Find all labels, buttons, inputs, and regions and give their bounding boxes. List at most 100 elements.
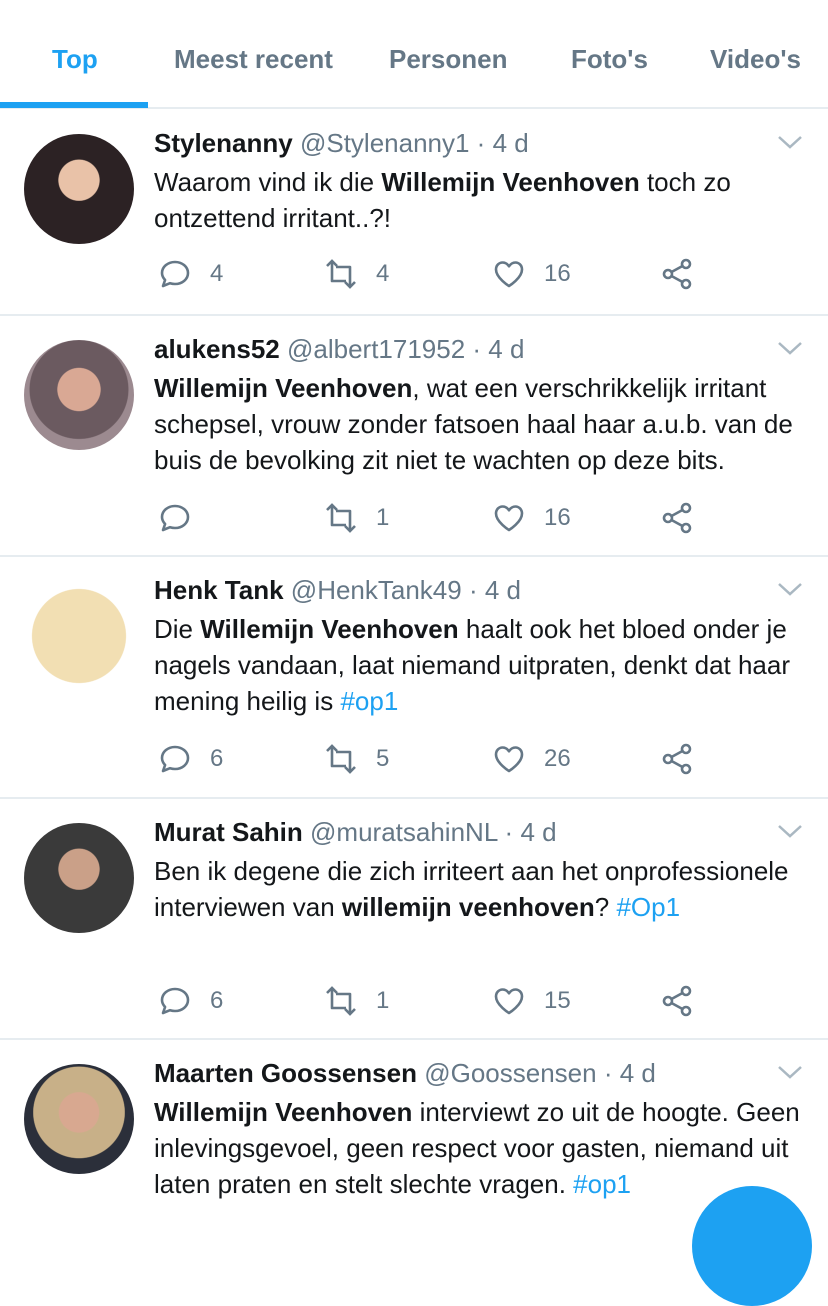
retweet-count: 1 <box>376 987 390 1014</box>
tweet-time[interactable]: 4 d <box>620 1058 656 1088</box>
highlight-term: willemijn veenhoven <box>341 892 595 922</box>
tweet-time[interactable]: 4 d <box>520 817 556 847</box>
author-name[interactable]: Henk Tank <box>154 575 284 605</box>
text-segment: Waarom vind ik die <box>154 167 382 197</box>
tweet[interactable]: Henk Tank @HenkTank49 · 4 d Die Willemij… <box>0 557 828 799</box>
like-count: 16 <box>544 260 571 287</box>
tweet[interactable]: Murat Sahin @muratsahinNL · 4 d Ben ik d… <box>0 799 828 1040</box>
avatar[interactable] <box>24 134 134 244</box>
tab-top[interactable]: Top <box>52 44 98 75</box>
tweet[interactable]: alukens52 @albert171952 · 4 d Willemijn … <box>0 316 828 557</box>
tweet-text: Ben ik degene die zich irriteert aan het… <box>154 853 814 925</box>
tweet-header: Henk Tank @HenkTank49 · 4 d <box>154 575 521 606</box>
chevron-down-icon[interactable] <box>776 338 804 358</box>
share-icon <box>662 502 692 534</box>
retweet-button[interactable]: 1 <box>324 981 389 1021</box>
reply-button[interactable] <box>158 498 210 538</box>
author-handle[interactable]: @Stylenanny1 <box>300 128 477 158</box>
reply-icon <box>160 745 190 773</box>
avatar[interactable] <box>24 340 134 450</box>
share-button[interactable] <box>660 254 712 294</box>
highlight-term: Willemijn Veenhoven <box>154 1097 413 1127</box>
heart-icon <box>494 746 524 773</box>
share-button[interactable] <box>660 981 712 1021</box>
retweet-icon <box>326 259 356 289</box>
tweet-time[interactable]: 4 d <box>485 575 521 605</box>
author-handle[interactable]: @muratsahinNL <box>310 817 505 847</box>
reply-button[interactable]: 6 <box>158 739 223 779</box>
retweet-icon <box>326 986 356 1016</box>
tweet-text: Waarom vind ik die Willemijn Veenhoven t… <box>154 164 814 236</box>
active-tab-indicator <box>0 102 148 108</box>
author-name[interactable]: alukens52 <box>154 334 280 364</box>
author-name[interactable]: Maarten Goossensen <box>154 1058 417 1088</box>
like-button[interactable]: 16 <box>492 254 571 294</box>
hashtag-link[interactable]: #Op1 <box>616 892 680 922</box>
like-count: 15 <box>544 987 571 1014</box>
author-name[interactable]: Stylenanny <box>154 128 293 158</box>
author-handle[interactable]: @albert171952 <box>287 334 472 364</box>
retweet-icon <box>326 503 356 533</box>
heart-icon <box>494 988 524 1015</box>
tweet-actions: 6 5 26 <box>154 739 714 779</box>
share-button[interactable] <box>660 498 712 538</box>
heart-icon <box>494 261 524 288</box>
retweet-button[interactable]: 4 <box>324 254 389 294</box>
tweet-actions: 6 1 15 <box>154 981 714 1021</box>
compose-button[interactable] <box>692 1186 812 1306</box>
reply-icon <box>160 504 190 532</box>
separator-dot: · <box>472 334 489 364</box>
tab-meest-recent[interactable]: Meest recent <box>174 44 333 75</box>
like-count: 16 <box>544 504 571 531</box>
reply-icon <box>160 987 190 1015</box>
separator-dot: · <box>468 575 485 605</box>
tweet-actions: 4 4 16 <box>154 254 714 294</box>
like-count: 26 <box>544 745 571 772</box>
tweet-time[interactable]: 4 d <box>493 128 529 158</box>
highlight-term: Willemijn Veenhoven <box>154 373 413 403</box>
search-tabs: Top Meest recent Personen Foto's Video's <box>0 0 828 109</box>
text-segment: ? <box>594 892 617 922</box>
chevron-down-icon[interactable] <box>776 132 804 152</box>
avatar[interactable] <box>24 823 134 933</box>
retweet-button[interactable]: 5 <box>324 739 389 779</box>
like-button[interactable]: 26 <box>492 739 571 779</box>
tab-fotos[interactable]: Foto's <box>571 44 648 75</box>
tab-personen[interactable]: Personen <box>389 44 508 75</box>
tweet-header: Stylenanny @Stylenanny1 · 4 d <box>154 128 529 159</box>
tweet-header: Murat Sahin @muratsahinNL · 4 d <box>154 817 557 848</box>
highlight-term: Willemijn Veenhoven <box>200 614 459 644</box>
retweet-icon <box>326 744 356 774</box>
chevron-down-icon[interactable] <box>776 1062 804 1082</box>
reply-button[interactable]: 4 <box>158 254 223 294</box>
author-handle[interactable]: @HenkTank49 <box>291 575 469 605</box>
author-handle[interactable]: @Goossensen <box>424 1058 604 1088</box>
separator-dot: · <box>476 128 493 158</box>
retweet-count: 5 <box>376 745 390 772</box>
tweet-text: Willemijn Veenhoven, wat een verschrikke… <box>154 370 814 478</box>
like-button[interactable]: 15 <box>492 981 571 1021</box>
chevron-down-icon[interactable] <box>776 821 804 841</box>
reply-count: 4 <box>210 260 224 287</box>
tab-videos[interactable]: Video's <box>710 44 801 75</box>
separator-dot: · <box>603 1058 620 1088</box>
share-button[interactable] <box>660 739 712 779</box>
reply-count: 6 <box>210 745 224 772</box>
hashtag-link[interactable]: #op1 <box>340 686 398 716</box>
tweet-header: alukens52 @albert171952 · 4 d <box>154 334 524 365</box>
text-segment: Die <box>154 614 201 644</box>
retweet-button[interactable]: 1 <box>324 498 389 538</box>
author-name[interactable]: Murat Sahin <box>154 817 303 847</box>
tweet-actions: 1 16 <box>154 498 714 538</box>
tweet-time[interactable]: 4 d <box>488 334 524 364</box>
tweet-text: Die Willemijn Veenhoven haalt ook het bl… <box>154 611 814 719</box>
reply-button[interactable]: 6 <box>158 981 223 1021</box>
hashtag-link[interactable]: #op1 <box>573 1169 631 1199</box>
avatar[interactable] <box>24 1064 134 1174</box>
like-button[interactable]: 16 <box>492 498 571 538</box>
reply-icon <box>160 260 190 288</box>
chevron-down-icon[interactable] <box>776 579 804 599</box>
separator-dot: · <box>504 817 521 847</box>
tweet[interactable]: Stylenanny @Stylenanny1 · 4 d Waarom vin… <box>0 110 828 316</box>
avatar[interactable] <box>24 581 134 691</box>
